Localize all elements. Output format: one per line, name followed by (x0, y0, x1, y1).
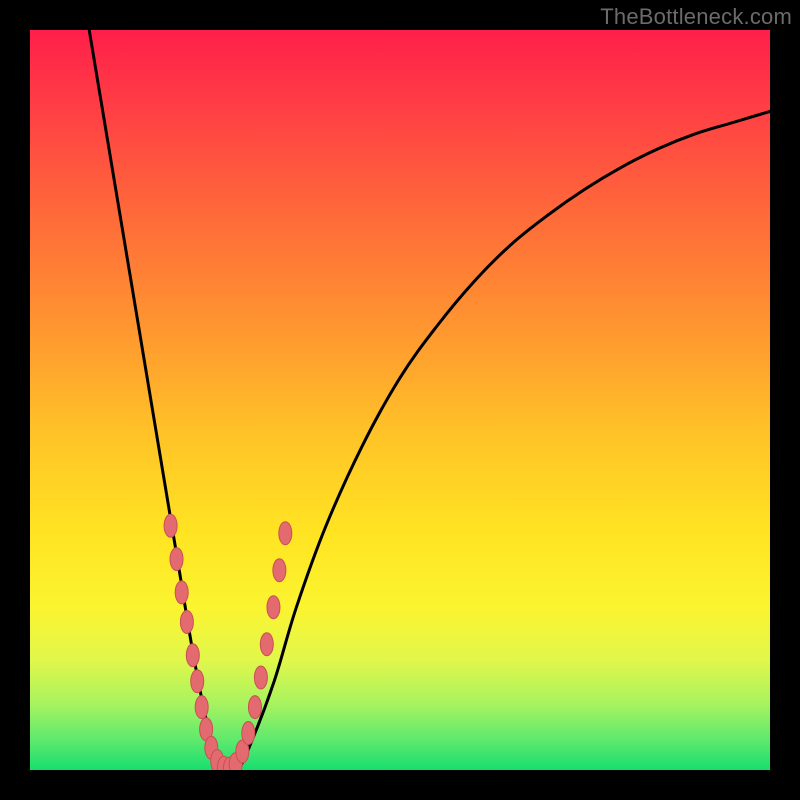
marker-point (164, 514, 177, 537)
marker-group (164, 514, 292, 770)
marker-point (170, 548, 183, 571)
marker-point (273, 559, 286, 582)
marker-point (248, 696, 261, 719)
curve-svg (30, 30, 770, 770)
marker-point (195, 696, 208, 719)
plot-area (30, 30, 770, 770)
marker-point (242, 722, 255, 745)
marker-point (180, 611, 193, 634)
marker-point (279, 522, 292, 545)
marker-point (254, 666, 267, 689)
marker-point (191, 670, 204, 693)
marker-point (267, 596, 280, 619)
chart-frame: TheBottleneck.com (0, 0, 800, 800)
marker-point (186, 644, 199, 667)
marker-point (175, 581, 188, 604)
watermark-text: TheBottleneck.com (600, 4, 792, 30)
marker-point (260, 633, 273, 656)
